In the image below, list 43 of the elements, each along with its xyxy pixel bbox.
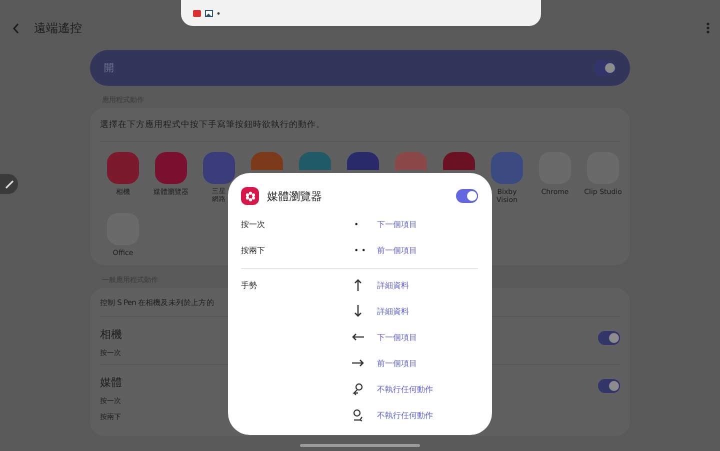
item-title: 相機 [100,327,122,342]
action-link[interactable]: 詳細資料 [377,280,478,290]
item-title: 媒體 [100,375,122,390]
pen-button[interactable] [0,174,18,194]
app-icon[interactable] [491,152,523,184]
toggle-switch[interactable] [456,189,478,203]
counterclockwise-gesture-icon [351,382,365,396]
app-icon[interactable] [203,152,235,184]
press-label: 按兩下 [241,244,266,256]
switch-label: 開 [104,62,114,75]
action-link[interactable]: 前一個項目 [377,358,478,368]
toggle-switch[interactable] [598,331,620,346]
action-link[interactable]: 前一個項目 [377,244,478,256]
action-link[interactable]: 下一個項目 [377,332,478,342]
toggle-switch[interactable] [594,61,616,75]
action-link[interactable]: 不執行任何動作 [377,410,478,420]
press-symbol: • [353,220,360,228]
press-symbol: • • [353,246,367,254]
app-notification-icon [193,10,201,16]
pen-icon [4,180,14,188]
more-options-icon[interactable] [706,22,710,34]
dialog-title: 媒體瀏覽器 [267,188,323,204]
gesture-label: 手勢 [241,280,258,290]
app-icon [241,187,259,205]
app-icon[interactable] [395,152,427,170]
page-title: 遠端遙控 [34,20,83,36]
home-indicator[interactable] [300,444,420,447]
image-icon [205,10,213,16]
action-link[interactable]: 詳細資料 [377,306,478,316]
clockwise-gesture-icon [351,408,365,422]
press-label: 按一次 [241,218,266,230]
description-text: 選擇在下方應用程式中按下手寫筆按鈕時欲執行的動作。 [100,116,620,142]
back-icon[interactable] [12,22,20,34]
action-link[interactable]: 下一個項目 [377,218,478,230]
app-icon[interactable] [155,152,187,184]
toggle-switch[interactable] [598,379,620,394]
app-icon[interactable] [251,152,283,170]
app-icon[interactable] [443,152,475,170]
action-link[interactable]: 不執行任何動作 [377,384,478,394]
app-icon[interactable] [299,152,331,170]
app-icon[interactable] [347,152,379,170]
app-icon[interactable] [107,152,139,184]
more-dot-icon [217,12,220,14]
